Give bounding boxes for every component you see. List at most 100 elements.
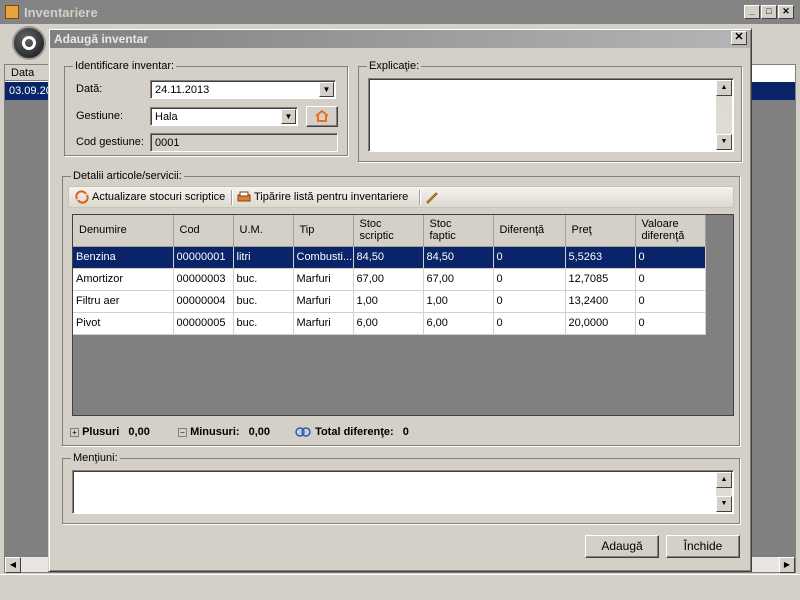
chevron-down-icon[interactable]: ▼ xyxy=(281,109,296,124)
cod-gestiune-value: 0001 xyxy=(155,137,180,149)
table-row[interactable]: Filtru aer 00000004 buc. Marfuri 1,00 1,00 0 13… xyxy=(73,290,706,313)
details-toolbar: Actualizare stocuri scriptice Tipărire l… xyxy=(68,186,734,208)
close-button[interactable]: Închide xyxy=(666,535,740,558)
scroll-right-icon[interactable]: ▶ xyxy=(779,557,795,573)
explicatie-legend: Explicaţie: xyxy=(367,60,422,72)
column-header[interactable]: Valoare diferenţă xyxy=(635,215,706,247)
column-header[interactable]: Diferenţă xyxy=(493,215,566,247)
column-header[interactable]: Stoc scriptic xyxy=(353,215,424,247)
edit-button[interactable] xyxy=(425,190,442,204)
column-header[interactable]: Tip xyxy=(293,215,354,247)
gestiune-select[interactable]: Hala ▼ xyxy=(150,107,298,126)
exit-round-button[interactable] xyxy=(12,26,46,60)
table-cell[interactable]: Amortizor xyxy=(73,268,174,291)
table-cell[interactable]: 0 xyxy=(635,268,706,291)
table-cell[interactable]: 13,2400 xyxy=(565,290,636,313)
close-main-button[interactable]: ✕ xyxy=(778,5,794,19)
table-cell[interactable]: 00000004 xyxy=(173,290,234,313)
table-cell[interactable]: Marfuri xyxy=(293,268,354,291)
exit-icon xyxy=(22,36,36,50)
details-legend: Detalii articole/servicii: xyxy=(71,170,184,182)
gestiune-lookup-button[interactable] xyxy=(306,106,338,127)
table-row[interactable]: Benzina 00000001 litri Combusti... 84,50 84,5… xyxy=(73,246,706,269)
table-cell[interactable]: 6,00 xyxy=(423,312,494,335)
table-cell[interactable]: 00000003 xyxy=(173,268,234,291)
plus-icon: + xyxy=(70,428,79,437)
column-header[interactable]: U.M. xyxy=(233,215,294,247)
table-body: Benzina 00000001 litri Combusti... 84,50 84,5… xyxy=(73,246,706,335)
date-value: 24.11.2013 xyxy=(155,84,210,96)
toolbar-separator xyxy=(231,190,232,205)
house-icon xyxy=(315,109,329,122)
explicatie-textarea[interactable] xyxy=(368,78,734,152)
dialog-titlebar[interactable]: Adaugă inventar xyxy=(50,30,750,48)
app-icon xyxy=(5,5,19,19)
print-list-label: Tipărire listă pentru inventariere xyxy=(254,190,409,203)
maximize-button[interactable]: □ xyxy=(761,5,777,19)
table-cell[interactable]: 0 xyxy=(493,290,566,313)
table-cell[interactable]: 0 xyxy=(635,290,706,313)
table-cell[interactable]: 0 xyxy=(493,268,566,291)
table-cell[interactable]: 0 xyxy=(635,312,706,335)
scroll-down-icon[interactable]: ▼ xyxy=(716,496,732,512)
column-header[interactable]: Denumire xyxy=(73,215,174,247)
update-stock-button[interactable]: Actualizare stocuri scriptice xyxy=(75,190,225,204)
cod-gestiune-label: Cod gestiune: xyxy=(76,136,144,148)
table-cell[interactable]: Combusti... xyxy=(293,246,354,269)
pencil-icon xyxy=(426,192,438,204)
table-cell[interactable]: 00000001 xyxy=(173,246,234,269)
minus-summary: − Minusuri: 0,00 xyxy=(178,426,270,438)
add-button[interactable]: Adaugă xyxy=(585,535,659,558)
table-cell[interactable]: Marfuri xyxy=(293,312,354,335)
table-cell[interactable]: buc. xyxy=(233,290,294,313)
table-cell[interactable]: Pivot xyxy=(73,312,174,335)
table-header-row: Denumire Cod U.M. Tip Stoc scriptic Stoc fapt… xyxy=(73,215,706,247)
table-cell[interactable]: 0 xyxy=(493,312,566,335)
table-row[interactable]: Amortizor 00000003 buc. Marfuri 67,00 67,00 0 1… xyxy=(73,268,706,291)
table-cell[interactable]: 67,00 xyxy=(423,268,494,291)
chevron-down-icon[interactable]: ▼ xyxy=(319,82,334,97)
mentiuni-scrollbar[interactable]: ▲ ▼ xyxy=(716,472,732,512)
gestiune-value: Hala xyxy=(155,111,178,123)
table-cell[interactable]: 84,50 xyxy=(353,246,424,269)
table-cell[interactable]: 5,5263 xyxy=(565,246,636,269)
scroll-down-icon[interactable]: ▼ xyxy=(716,134,732,150)
minimize-button[interactable]: _ xyxy=(744,5,760,19)
ident-group-legend: Identificare inventar: xyxy=(73,60,177,72)
scroll-up-icon[interactable]: ▲ xyxy=(716,472,732,488)
mentiuni-textarea[interactable] xyxy=(72,470,734,514)
main-window-title: Inventariere xyxy=(24,5,98,20)
column-header[interactable]: Preţ xyxy=(565,215,636,247)
dialog-close-button[interactable]: ✕ xyxy=(731,31,747,45)
table-cell[interactable]: Filtru aer xyxy=(73,290,174,313)
dialog-title: Adaugă inventar xyxy=(54,32,149,46)
main-grid-date-header[interactable]: Data xyxy=(5,65,49,81)
table-cell[interactable]: litri xyxy=(233,246,294,269)
explicatie-scrollbar[interactable]: ▲ ▼ xyxy=(716,80,732,150)
plus-label: Plusuri xyxy=(82,426,120,438)
print-list-button[interactable]: Tipărire listă pentru inventariere xyxy=(237,190,408,204)
scroll-left-icon[interactable]: ◀ xyxy=(5,557,21,573)
total-summary: Total diferenţe: 0 xyxy=(294,426,409,438)
table-cell[interactable]: buc. xyxy=(233,312,294,335)
table-cell[interactable]: 0 xyxy=(635,246,706,269)
refresh-icon xyxy=(75,190,89,204)
table-cell[interactable]: Benzina xyxy=(73,246,174,269)
table-cell[interactable]: 12,7085 xyxy=(565,268,636,291)
table-cell[interactable]: 1,00 xyxy=(353,290,424,313)
minus-value: 0,00 xyxy=(248,426,271,438)
table-cell[interactable]: 67,00 xyxy=(353,268,424,291)
table-cell[interactable]: 84,50 xyxy=(423,246,494,269)
date-field[interactable]: 24.11.2013 ▼ xyxy=(150,80,336,99)
column-header[interactable]: Stoc faptic xyxy=(423,215,494,247)
table-row[interactable]: Pivot 00000005 buc. Marfuri 6,00 6,00 0 20,0000… xyxy=(73,312,706,335)
column-header[interactable]: Cod xyxy=(173,215,234,247)
table-cell[interactable]: 6,00 xyxy=(353,312,424,335)
table-cell[interactable]: 00000005 xyxy=(173,312,234,335)
table-cell[interactable]: 0 xyxy=(493,246,566,269)
table-cell[interactable]: Marfuri xyxy=(293,290,354,313)
table-cell[interactable]: buc. xyxy=(233,268,294,291)
scroll-up-icon[interactable]: ▲ xyxy=(716,80,732,96)
table-cell[interactable]: 1,00 xyxy=(423,290,494,313)
table-cell[interactable]: 20,0000 xyxy=(565,312,636,335)
